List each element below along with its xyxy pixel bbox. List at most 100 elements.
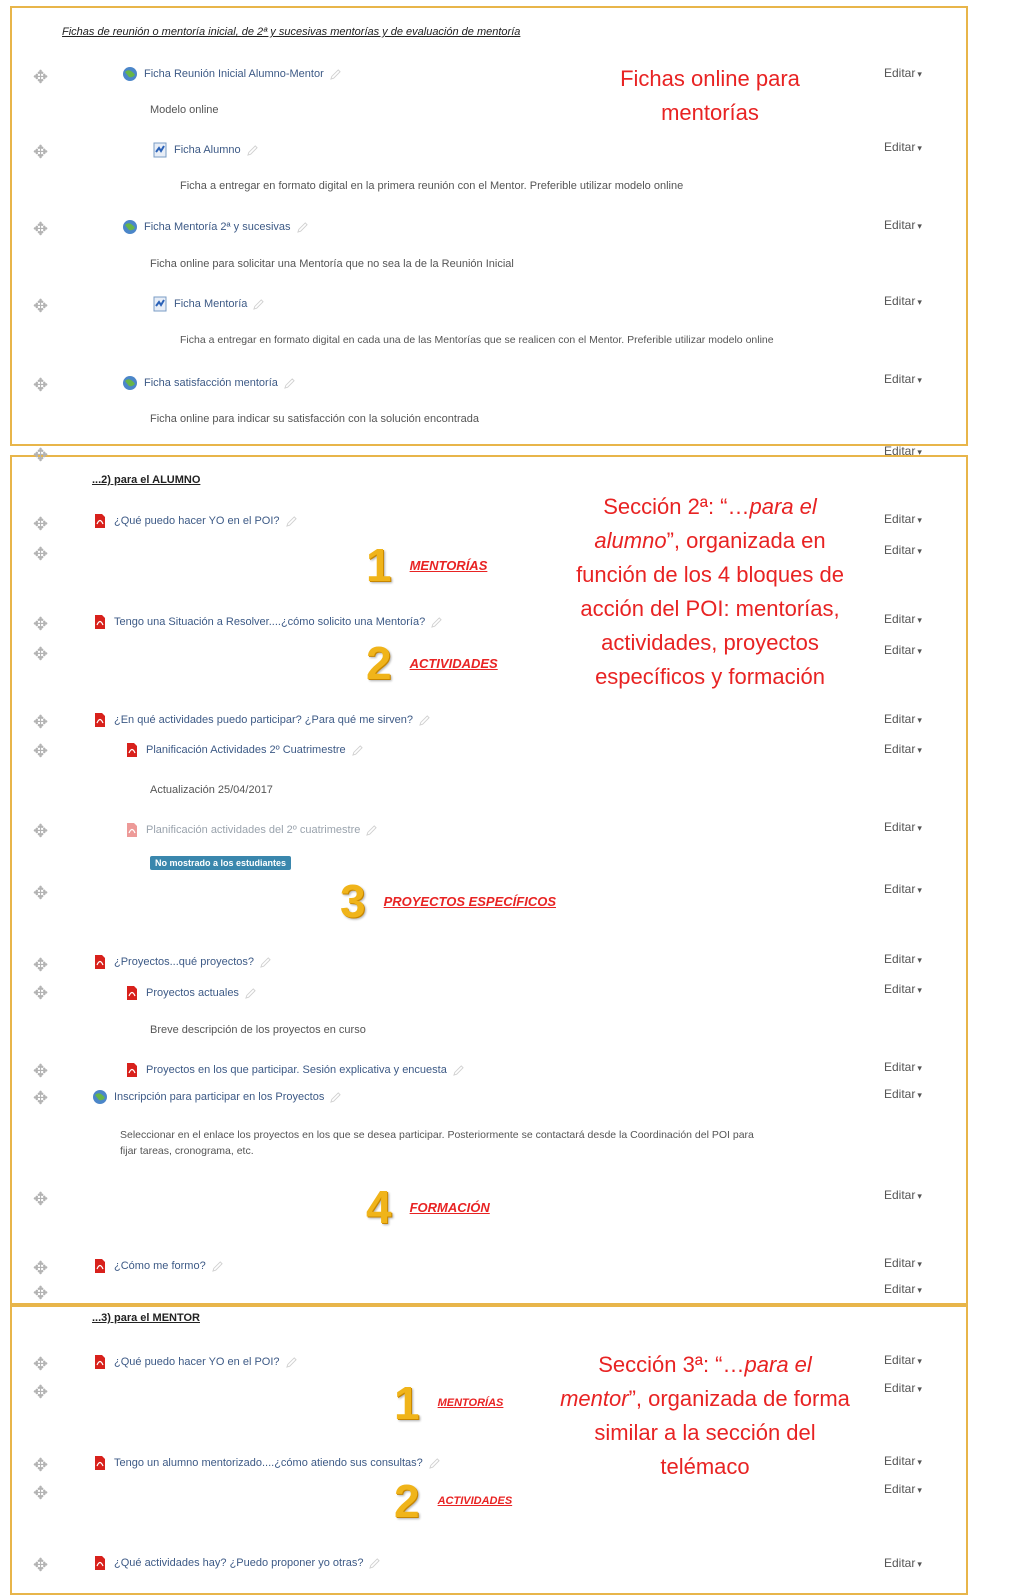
move-arrows-icon[interactable]: ✥: [33, 956, 48, 974]
move-arrows-icon[interactable]: ✥: [33, 1456, 48, 1474]
activity-link[interactable]: Tengo una Situación a Resolver....¿cómo …: [92, 614, 442, 630]
edit-menu[interactable]: Editar ▾: [884, 543, 922, 557]
edit-menu[interactable]: Editar ▾: [884, 1556, 922, 1570]
edit-menu[interactable]: Editar ▾: [884, 1482, 922, 1496]
edit-menu[interactable]: Editar ▾: [884, 742, 922, 756]
activity-link[interactable]: ¿Qué actividades hay? ¿Puedo proponer yo…: [92, 1555, 381, 1571]
edit-menu[interactable]: Editar ▾: [884, 1256, 922, 1270]
number-2-icon: 2: [394, 1475, 420, 1527]
move-arrows-icon[interactable]: ✥: [33, 1062, 48, 1080]
move-arrows-icon[interactable]: ✥: [33, 376, 48, 394]
move-arrows-icon[interactable]: ✥: [33, 645, 48, 663]
edit-menu[interactable]: Editar ▾: [884, 294, 922, 308]
edit-menu[interactable]: Editar ▾: [884, 952, 922, 966]
activity-link[interactable]: Ficha Mentoría 2ª y sucesivas: [122, 219, 308, 235]
pencil-icon[interactable]: [245, 987, 256, 999]
document-icon: [153, 142, 167, 158]
move-arrows-icon[interactable]: ✥: [33, 68, 48, 86]
edit-menu[interactable]: Editar ▾: [884, 712, 922, 726]
activity-link[interactable]: Planificación Actividades 2º Cuatrimestr…: [124, 742, 363, 758]
edit-menu[interactable]: Editar ▾: [884, 444, 922, 458]
activity-link[interactable]: Ficha Mentoría: [152, 296, 265, 312]
move-arrows-icon[interactable]: ✥: [33, 742, 48, 760]
edit-menu[interactable]: Editar ▾: [884, 1087, 922, 1101]
category-label[interactable]: ACTIVIDADES: [438, 1495, 513, 1507]
edit-menu[interactable]: Editar ▾: [884, 820, 922, 834]
pencil-icon[interactable]: [431, 616, 442, 628]
edit-menu[interactable]: Editar ▾: [884, 512, 922, 526]
move-arrows-icon[interactable]: ✥: [33, 220, 48, 238]
activity-link[interactable]: ¿Qué puedo hacer YO en el POI?: [92, 1354, 297, 1370]
pdf-icon: [95, 1355, 105, 1369]
activity-link[interactable]: Proyectos en los que participar. Sesión …: [124, 1062, 464, 1078]
move-arrows-icon[interactable]: ✥: [33, 297, 48, 315]
activity-link[interactable]: ¿Qué puedo hacer YO en el POI?: [92, 513, 297, 529]
category-label[interactable]: MENTORÍAS: [438, 1397, 504, 1409]
edit-menu[interactable]: Editar ▾: [884, 643, 922, 657]
pencil-icon[interactable]: [428, 1457, 440, 1469]
pencil-icon[interactable]: [330, 1091, 342, 1103]
activity-link[interactable]: ¿Proyectos...qué proyectos?: [92, 954, 271, 970]
move-arrows-icon[interactable]: ✥: [33, 545, 48, 563]
edit-menu[interactable]: Editar ▾: [884, 1353, 922, 1367]
move-arrows-icon[interactable]: ✥: [33, 615, 48, 633]
activity-link[interactable]: Tengo un alumno mentorizado....¿cómo ati…: [92, 1455, 440, 1471]
category-label[interactable]: PROYECTOS ESPECÍFICOS: [384, 894, 556, 909]
move-arrows-icon[interactable]: ✥: [33, 1284, 48, 1302]
move-arrows-icon[interactable]: ✥: [33, 143, 48, 161]
move-arrows-icon[interactable]: ✥: [33, 1556, 48, 1574]
move-arrows-icon[interactable]: ✥: [33, 446, 48, 464]
globe-link-icon: [123, 67, 137, 81]
edit-menu[interactable]: Editar ▾: [884, 612, 922, 626]
pencil-icon[interactable]: [246, 144, 258, 156]
category-proyectos: 3 PROYECTOS ESPECÍFICOS: [340, 878, 556, 924]
edit-menu[interactable]: Editar ▾: [884, 882, 922, 896]
activity-link-hidden[interactable]: Planificación actividades del 2º cuatrim…: [124, 822, 378, 838]
activity-link[interactable]: Ficha satisfacción mentoría: [122, 375, 295, 391]
move-arrows-icon[interactable]: ✥: [33, 1190, 48, 1208]
hidden-from-students-badge: No mostrado a los estudiantes: [150, 856, 292, 870]
category-label[interactable]: FORMACIÓN: [410, 1200, 490, 1215]
activity-link[interactable]: Proyectos actuales: [124, 985, 256, 1001]
edit-menu[interactable]: Editar ▾: [884, 372, 922, 386]
move-arrows-icon[interactable]: ✥: [33, 822, 48, 840]
activity-link[interactable]: Inscripción para participar en los Proye…: [92, 1089, 342, 1105]
edit-menu[interactable]: Editar ▾: [884, 1454, 922, 1468]
pencil-icon[interactable]: [296, 221, 308, 233]
move-arrows-icon[interactable]: ✥: [33, 984, 48, 1002]
activity-link[interactable]: ¿Cómo me formo?: [92, 1258, 223, 1274]
edit-menu[interactable]: Editar ▾: [884, 218, 922, 232]
pencil-icon[interactable]: [419, 714, 430, 726]
move-arrows-icon[interactable]: ✥: [33, 713, 48, 731]
activity-link[interactable]: Ficha Reunión Inicial Alumno-Mentor: [122, 66, 341, 82]
pencil-icon[interactable]: [253, 298, 265, 310]
move-arrows-icon[interactable]: ✥: [33, 884, 48, 902]
pencil-icon[interactable]: [366, 824, 378, 836]
pencil-icon[interactable]: [211, 1260, 223, 1272]
move-arrows-icon[interactable]: ✥: [33, 1259, 48, 1277]
move-arrows-icon[interactable]: ✥: [33, 1383, 48, 1401]
activity-link[interactable]: ¿En qué actividades puedo participar? ¿P…: [92, 712, 430, 728]
edit-menu[interactable]: Editar ▾: [884, 982, 922, 996]
edit-menu[interactable]: Editar ▾: [884, 1060, 922, 1074]
move-arrows-icon[interactable]: ✥: [33, 1089, 48, 1107]
move-arrows-icon[interactable]: ✥: [33, 1355, 48, 1373]
move-arrows-icon[interactable]: ✥: [33, 515, 48, 533]
edit-menu[interactable]: Editar ▾: [884, 1188, 922, 1202]
edit-menu[interactable]: Editar ▾: [884, 66, 922, 80]
category-label[interactable]: MENTORÍAS: [410, 558, 488, 573]
pencil-icon[interactable]: [369, 1557, 381, 1569]
activity-link[interactable]: Ficha Alumno: [152, 142, 258, 158]
pencil-icon[interactable]: [285, 515, 297, 527]
pencil-icon[interactable]: [260, 956, 271, 968]
edit-menu[interactable]: Editar ▾: [884, 1381, 922, 1395]
pencil-icon[interactable]: [453, 1064, 464, 1076]
pencil-icon[interactable]: [351, 744, 363, 756]
pencil-icon[interactable]: [284, 377, 295, 389]
pencil-icon[interactable]: [329, 68, 341, 80]
category-label[interactable]: ACTIVIDADES: [410, 656, 498, 671]
edit-menu[interactable]: Editar ▾: [884, 1282, 922, 1296]
move-arrows-icon[interactable]: ✥: [33, 1484, 48, 1502]
pencil-icon[interactable]: [285, 1356, 297, 1368]
edit-menu[interactable]: Editar ▾: [884, 140, 922, 154]
